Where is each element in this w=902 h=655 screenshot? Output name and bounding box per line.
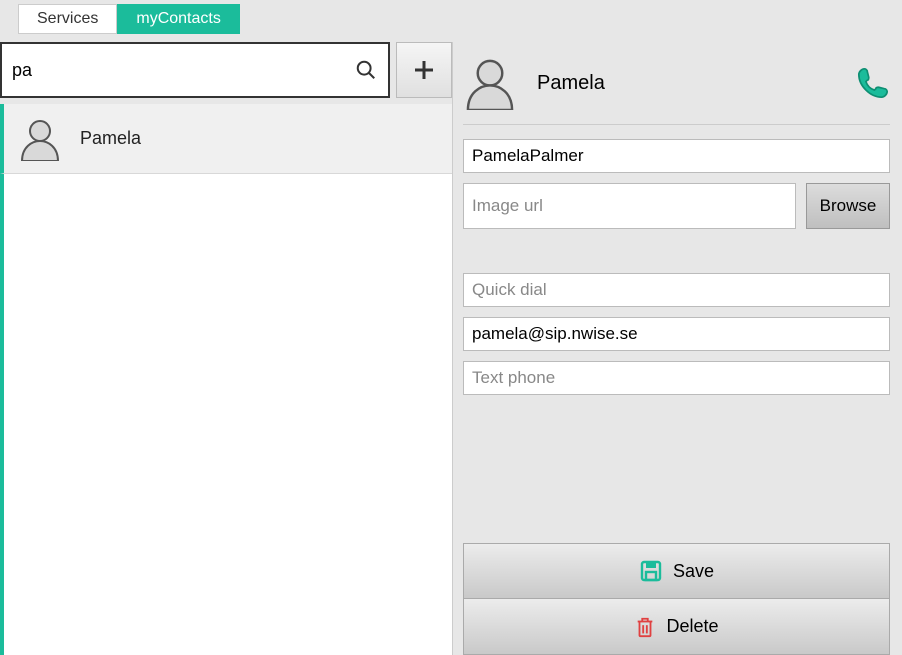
call-button[interactable] <box>856 66 890 100</box>
search-icon <box>355 59 377 81</box>
detail-panel: Pamela Browse <box>453 42 902 655</box>
contact-name: Pamela <box>80 128 141 149</box>
save-label: Save <box>673 561 714 582</box>
save-icon <box>639 559 663 583</box>
tab-mycontacts-label: myContacts <box>136 10 220 28</box>
image-url-field[interactable] <box>463 183 796 229</box>
tab-services-label: Services <box>37 10 98 28</box>
list-item[interactable]: Pamela <box>0 104 452 174</box>
delete-label: Delete <box>666 616 718 637</box>
action-bar: Save Delete <box>463 543 890 655</box>
delete-button[interactable]: Delete <box>463 599 890 655</box>
tab-mycontacts[interactable]: myContacts <box>117 4 239 34</box>
image-url-row: Browse <box>463 183 890 229</box>
detail-header: Pamela <box>463 56 890 125</box>
text-phone-field[interactable] <box>463 361 890 395</box>
contact-form: Browse <box>463 125 890 395</box>
fullname-field[interactable] <box>463 139 890 173</box>
search-row <box>0 42 452 104</box>
browse-button[interactable]: Browse <box>806 183 890 229</box>
spacer <box>463 239 890 263</box>
tab-services[interactable]: Services <box>18 4 117 34</box>
search-field-wrap <box>0 42 390 98</box>
avatar-icon <box>463 56 517 110</box>
browse-label: Browse <box>820 196 877 216</box>
sip-address-field[interactable] <box>463 317 890 351</box>
contact-list: Pamela <box>0 104 452 655</box>
avatar-icon <box>18 117 62 161</box>
detail-name: Pamela <box>537 72 605 95</box>
quick-dial-field[interactable] <box>463 273 890 307</box>
contacts-panel: Pamela <box>0 42 453 655</box>
list-empty-area <box>0 174 452 655</box>
plus-icon <box>412 58 436 82</box>
trash-icon <box>634 615 656 639</box>
save-button[interactable]: Save <box>463 543 890 599</box>
add-contact-button[interactable] <box>396 42 452 98</box>
search-input[interactable] <box>2 44 388 96</box>
top-tab-bar: Services myContacts <box>0 0 902 42</box>
search-button[interactable] <box>352 56 380 84</box>
phone-icon <box>856 66 890 100</box>
